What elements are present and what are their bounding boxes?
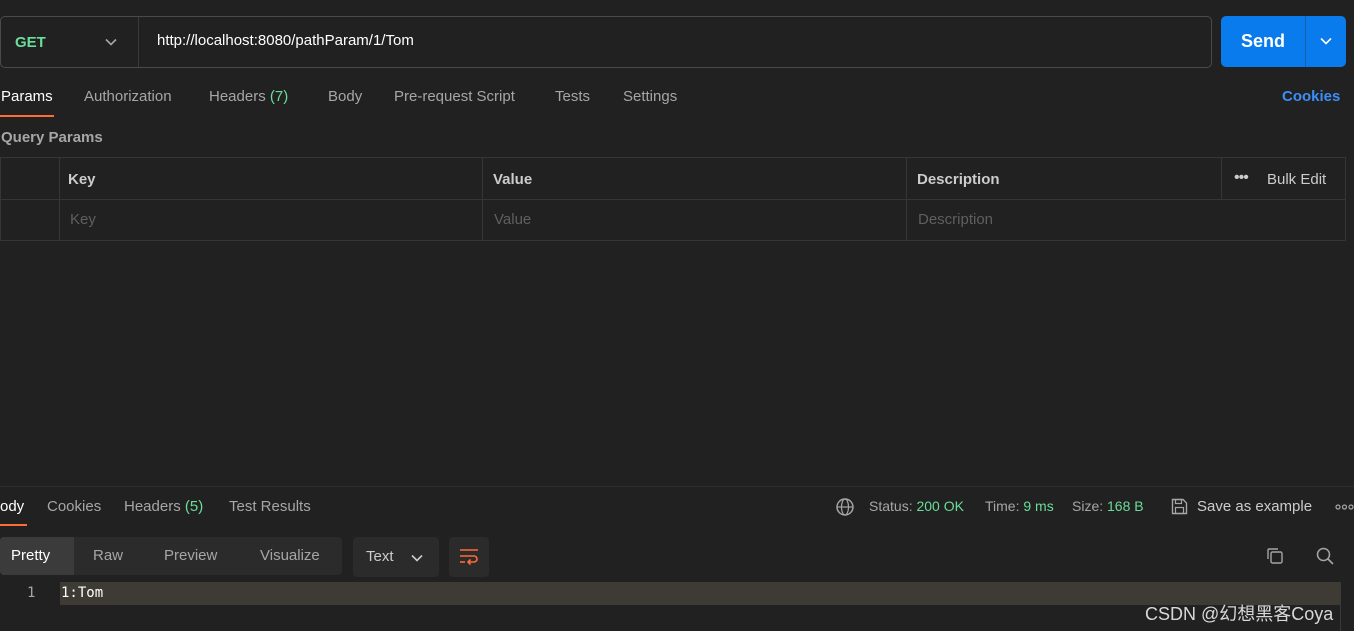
column-header-value: Value <box>493 171 533 188</box>
size-indicator: Size: 168 B <box>1072 498 1144 514</box>
headers-count: (7) <box>269 88 289 105</box>
tab-label: Tests <box>555 88 591 105</box>
tab-label: Headers <box>209 88 266 105</box>
tab-label: Params <box>1 88 53 105</box>
tab-label: Authorization <box>84 88 172 105</box>
value-input[interactable]: Value <box>494 211 531 228</box>
copy-icon[interactable] <box>1265 546 1285 566</box>
tab-label: Cookies <box>47 498 102 515</box>
active-tab-indicator <box>0 115 54 117</box>
cookies-link[interactable]: Cookies <box>1282 88 1340 105</box>
time-value: 9 ms <box>1023 498 1054 514</box>
globe-icon[interactable] <box>835 497 855 517</box>
chevron-down-icon <box>105 38 117 46</box>
send-divider <box>1305 16 1306 67</box>
tab-authorization[interactable]: Authorization <box>84 88 172 105</box>
url-input[interactable]: http://localhost:8080/pathParam/1/Tom <box>157 32 414 49</box>
method-label: GET <box>15 33 46 51</box>
tab-label: ody <box>0 498 25 515</box>
response-tab-test-results[interactable]: Test Results <box>229 498 311 515</box>
wrap-lines-icon <box>460 549 478 566</box>
response-tab-headers[interactable]: Headers (5) <box>124 498 203 515</box>
response-tab-body[interactable]: ody <box>0 498 24 515</box>
format-tab-visualize[interactable]: Visualize <box>260 547 320 564</box>
status-indicator: Status: 200 OK <box>869 498 964 514</box>
description-input[interactable]: Description <box>918 211 993 228</box>
format-tab-pretty[interactable]: Pretty <box>0 537 74 575</box>
method-select[interactable]: GET <box>1 17 139 67</box>
tab-pre-request-script[interactable]: Pre-request Script <box>394 88 515 105</box>
tab-tests[interactable]: Tests <box>555 88 590 105</box>
size-value: 168 B <box>1107 498 1144 514</box>
query-params-title: Query Params <box>1 129 103 146</box>
column-divider <box>906 158 907 240</box>
format-tab-raw[interactable]: Raw <box>93 547 123 564</box>
response-divider <box>0 486 1354 487</box>
active-tab-indicator <box>0 524 27 526</box>
format-type-label: Text <box>366 548 394 565</box>
send-label: Send <box>1241 31 1286 51</box>
size-label: Size: <box>1072 498 1104 514</box>
send-button[interactable]: Send <box>1221 16 1346 67</box>
time-indicator: Time: 9 ms <box>985 498 1054 514</box>
tab-label: Headers <box>124 498 181 515</box>
line-number: 1 <box>27 585 36 601</box>
tab-params[interactable]: Params <box>1 88 53 105</box>
status-label: Status: <box>869 498 913 514</box>
scrollbar[interactable] <box>1340 582 1341 631</box>
wrap-lines-button[interactable] <box>449 537 489 577</box>
response-tab-cookies[interactable]: Cookies <box>47 498 101 515</box>
column-divider <box>1221 158 1222 199</box>
save-as-example-button[interactable]: Save as example <box>1197 498 1312 515</box>
response-body-text[interactable]: 1:Tom <box>61 585 103 601</box>
format-tab-preview[interactable]: Preview <box>164 547 217 564</box>
tab-label: Settings <box>623 88 678 105</box>
time-label: Time: <box>985 498 1020 514</box>
chevron-down-icon <box>411 554 423 562</box>
format-label: Pretty <box>11 547 51 564</box>
column-header-description: Description <box>917 171 1000 188</box>
more-options-icon[interactable] <box>1335 504 1354 510</box>
tab-headers[interactable]: Headers (7) <box>209 88 288 105</box>
chevron-down-icon[interactable] <box>1319 34 1333 48</box>
watermark: CSDN @幻想黑客Coya <box>1145 604 1334 624</box>
column-divider <box>59 158 60 240</box>
key-input[interactable]: Key <box>70 211 96 228</box>
tab-body[interactable]: Body <box>328 88 362 105</box>
table-divider <box>1 199 1345 200</box>
status-value: 200 OK <box>916 498 964 514</box>
search-icon[interactable] <box>1315 546 1335 566</box>
tab-label: Test Results <box>229 498 311 515</box>
format-tabs: Pretty Raw Preview Visualize <box>0 537 342 575</box>
more-options-icon[interactable]: ••• <box>1234 169 1249 187</box>
column-header-key: Key <box>68 171 96 188</box>
column-divider <box>482 158 483 240</box>
request-url-bar: GET http://localhost:8080/pathParam/1/To… <box>0 16 1212 68</box>
tab-label: Pre-request Script <box>394 88 515 105</box>
save-icon[interactable] <box>1170 497 1189 516</box>
tab-settings[interactable]: Settings <box>623 88 677 105</box>
format-type-select[interactable]: Text <box>353 537 439 577</box>
tab-label: Body <box>328 88 363 105</box>
query-params-table: Key Value Description ••• Bulk Edit Key … <box>0 157 1346 241</box>
headers-count: (5) <box>184 498 204 515</box>
bulk-edit-button[interactable]: Bulk Edit <box>1267 171 1326 188</box>
